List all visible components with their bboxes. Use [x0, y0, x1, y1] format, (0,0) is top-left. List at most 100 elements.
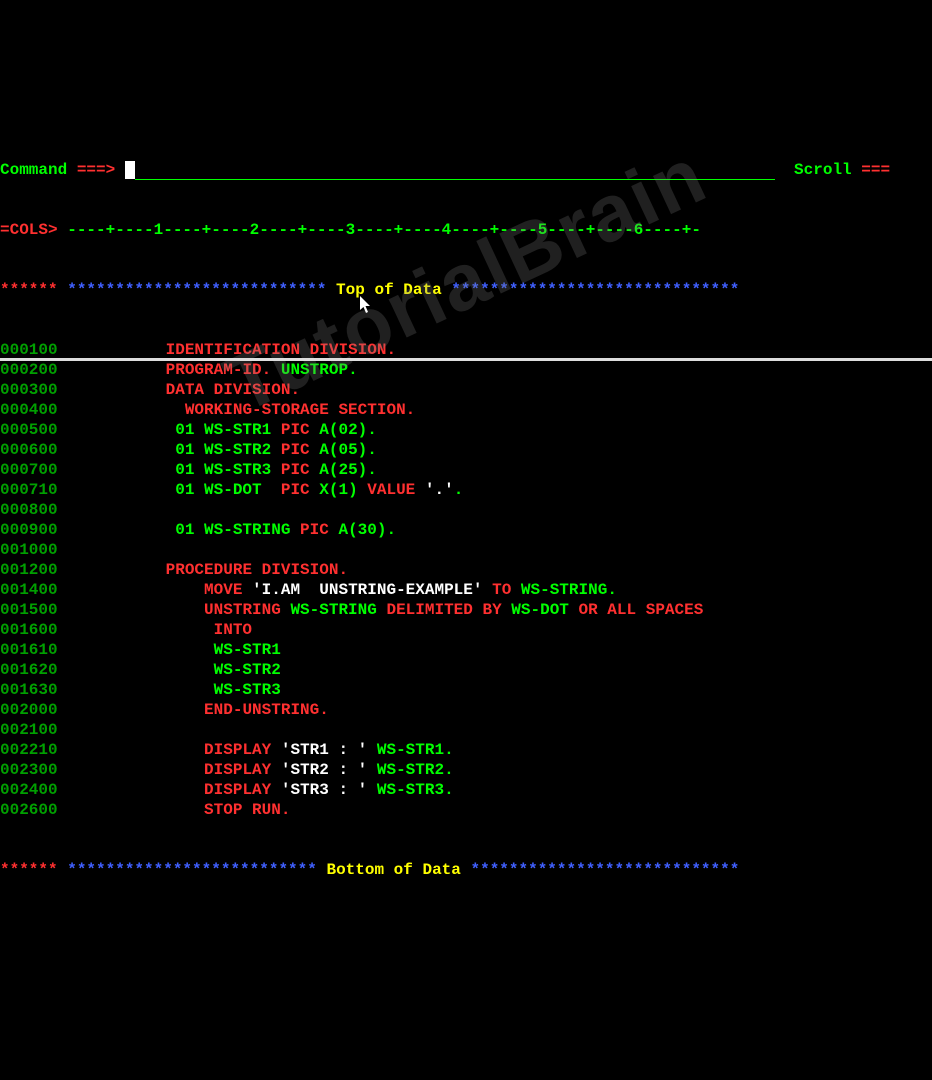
code-token[interactable]: PROCEDURE DIVISION.	[166, 561, 348, 579]
code-line[interactable]: 001500 UNSTRING WS-STRING DELIMITED BY W…	[0, 600, 932, 620]
sequence-number[interactable]: 002210	[0, 740, 60, 760]
code-line[interactable]: 001200 PROCEDURE DIVISION.	[0, 560, 932, 580]
code-token[interactable]: INTO	[214, 621, 252, 639]
sequence-number[interactable]: 001620	[0, 660, 60, 680]
code-token[interactable]: 'I.AM UNSTRING-EXAMPLE'	[252, 581, 492, 599]
sequence-number[interactable]: 001400	[0, 580, 60, 600]
code-token[interactable]: 01 WS-DOT	[175, 481, 281, 499]
sequence-number[interactable]: 002300	[0, 760, 60, 780]
code-line[interactable]: 001600 INTO	[0, 620, 932, 640]
code-token[interactable]: A(02).	[310, 421, 377, 439]
code-token[interactable]: TO	[492, 581, 511, 599]
code-token[interactable]: WS-STRING	[281, 601, 387, 619]
code-token[interactable]: PROGRAM-ID.	[166, 361, 272, 379]
code-line[interactable]: 001620 WS-STR2	[0, 660, 932, 680]
code-line[interactable]: 002600 STOP RUN.	[0, 800, 932, 820]
code-line[interactable]: 000700 01 WS-STR3 PIC A(25).	[0, 460, 932, 480]
sequence-number[interactable]: 000200	[0, 360, 60, 380]
code-line[interactable]: 001000	[0, 540, 932, 560]
sequence-number[interactable]: 000100	[0, 340, 60, 360]
code-token[interactable]: PIC	[281, 441, 310, 459]
code-line[interactable]: 002100	[0, 720, 932, 740]
code-token[interactable]: WS-DOT	[502, 601, 579, 619]
code-line[interactable]: 000100 IDENTIFICATION DIVISION.	[0, 340, 932, 360]
indent	[60, 401, 185, 419]
sequence-number[interactable]: 000900	[0, 520, 60, 540]
code-line[interactable]: 000600 01 WS-STR2 PIC A(05).	[0, 440, 932, 460]
sequence-number[interactable]: 000500	[0, 420, 60, 440]
sequence-number[interactable]: 001200	[0, 560, 60, 580]
sequence-number[interactable]: 002000	[0, 700, 60, 720]
sequence-number[interactable]: 001500	[0, 600, 60, 620]
code-line[interactable]: 000200 PROGRAM-ID. UNSTROP.	[0, 360, 932, 380]
code-token[interactable]: A(25).	[310, 461, 377, 479]
code-token[interactable]: STOP RUN.	[204, 801, 290, 819]
code-line[interactable]: 000900 01 WS-STRING PIC A(30).	[0, 520, 932, 540]
sequence-number[interactable]: 000700	[0, 460, 60, 480]
code-token[interactable]: WS-STR2.	[367, 761, 453, 779]
code-token[interactable]: WS-STR1	[214, 641, 281, 659]
code-token[interactable]: 01 WS-STR2	[175, 441, 281, 459]
code-line[interactable]: 000800	[0, 500, 932, 520]
code-token[interactable]: .	[454, 481, 464, 499]
code-line[interactable]: 000300 DATA DIVISION.	[0, 380, 932, 400]
code-token[interactable]: WS-STR2	[214, 661, 281, 679]
code-token[interactable]: WS-STR3.	[367, 781, 453, 799]
code-token[interactable]: 'STR3 : '	[281, 781, 367, 799]
code-line[interactable]: 002210 DISPLAY 'STR1 : ' WS-STR1.	[0, 740, 932, 760]
sequence-number[interactable]: 000800	[0, 500, 60, 520]
sequence-number[interactable]: 000600	[0, 440, 60, 460]
code-line[interactable]: 000400 WORKING-STORAGE SECTION.	[0, 400, 932, 420]
code-token[interactable]: WS-STR1.	[367, 741, 453, 759]
code-token[interactable]: 01 WS-STR1	[175, 421, 281, 439]
code-token[interactable]: MOVE	[204, 581, 252, 599]
code-token[interactable]: WORKING-STORAGE SECTION.	[185, 401, 415, 419]
command-line[interactable]: Command ===> Scroll ===	[0, 160, 932, 180]
code-token[interactable]: WS-STRING.	[511, 581, 617, 599]
code-token[interactable]: OR ALL SPACES	[579, 601, 704, 619]
code-token[interactable]: A(30).	[329, 521, 396, 539]
code-token[interactable]: PIC	[300, 521, 329, 539]
code-token[interactable]: DELIMITED BY	[386, 601, 501, 619]
command-input[interactable]	[135, 164, 775, 180]
sequence-number[interactable]: 001630	[0, 680, 60, 700]
sequence-number[interactable]: 001000	[0, 540, 60, 560]
editor-area[interactable]: Command ===> Scroll === =COLS> ----+----…	[0, 120, 932, 900]
sequence-number[interactable]: 002400	[0, 780, 60, 800]
code-line[interactable]: 002000 END-UNSTRING.	[0, 700, 932, 720]
code-line[interactable]: 001400 MOVE 'I.AM UNSTRING-EXAMPLE' TO W…	[0, 580, 932, 600]
code-token[interactable]: DISPLAY	[204, 761, 281, 779]
code-token[interactable]: X(1)	[310, 481, 368, 499]
code-token[interactable]: DATA DIVISION.	[166, 381, 300, 399]
sequence-number[interactable]: 001600	[0, 620, 60, 640]
code-token[interactable]: DISPLAY	[204, 781, 281, 799]
code-token[interactable]: PIC	[281, 461, 310, 479]
code-token[interactable]: A(05).	[310, 441, 377, 459]
sequence-number[interactable]: 000710	[0, 480, 60, 500]
sequence-number[interactable]: 000300	[0, 380, 60, 400]
code-line[interactable]: 001610 WS-STR1	[0, 640, 932, 660]
code-line[interactable]: 001630 WS-STR3	[0, 680, 932, 700]
sequence-number[interactable]: 001610	[0, 640, 60, 660]
code-line[interactable]: 000500 01 WS-STR1 PIC A(02).	[0, 420, 932, 440]
code-token[interactable]: VALUE	[367, 481, 415, 499]
sequence-number[interactable]: 000400	[0, 400, 60, 420]
code-token[interactable]: WS-STR3	[214, 681, 281, 699]
code-token[interactable]: IDENTIFICATION DIVISION.	[166, 341, 396, 359]
code-token[interactable]: 01 WS-STR3	[175, 461, 281, 479]
code-token[interactable]: UNSTRING	[204, 601, 281, 619]
code-token[interactable]: '.'	[415, 481, 453, 499]
code-token[interactable]: DISPLAY	[204, 741, 281, 759]
code-token[interactable]: 'STR1 : '	[281, 741, 367, 759]
code-token[interactable]: PIC	[281, 481, 310, 499]
code-token[interactable]: END-UNSTRING.	[204, 701, 329, 719]
code-token[interactable]: UNSTROP.	[271, 361, 357, 379]
code-line[interactable]: 002300 DISPLAY 'STR2 : ' WS-STR2.	[0, 760, 932, 780]
sequence-number[interactable]: 002600	[0, 800, 60, 820]
code-line[interactable]: 002400 DISPLAY 'STR3 : ' WS-STR3.	[0, 780, 932, 800]
code-token[interactable]: 'STR2 : '	[281, 761, 367, 779]
code-token[interactable]: PIC	[281, 421, 310, 439]
sequence-number[interactable]: 002100	[0, 720, 60, 740]
code-token[interactable]: 01 WS-STRING	[175, 521, 300, 539]
code-line[interactable]: 000710 01 WS-DOT PIC X(1) VALUE '.'.	[0, 480, 932, 500]
